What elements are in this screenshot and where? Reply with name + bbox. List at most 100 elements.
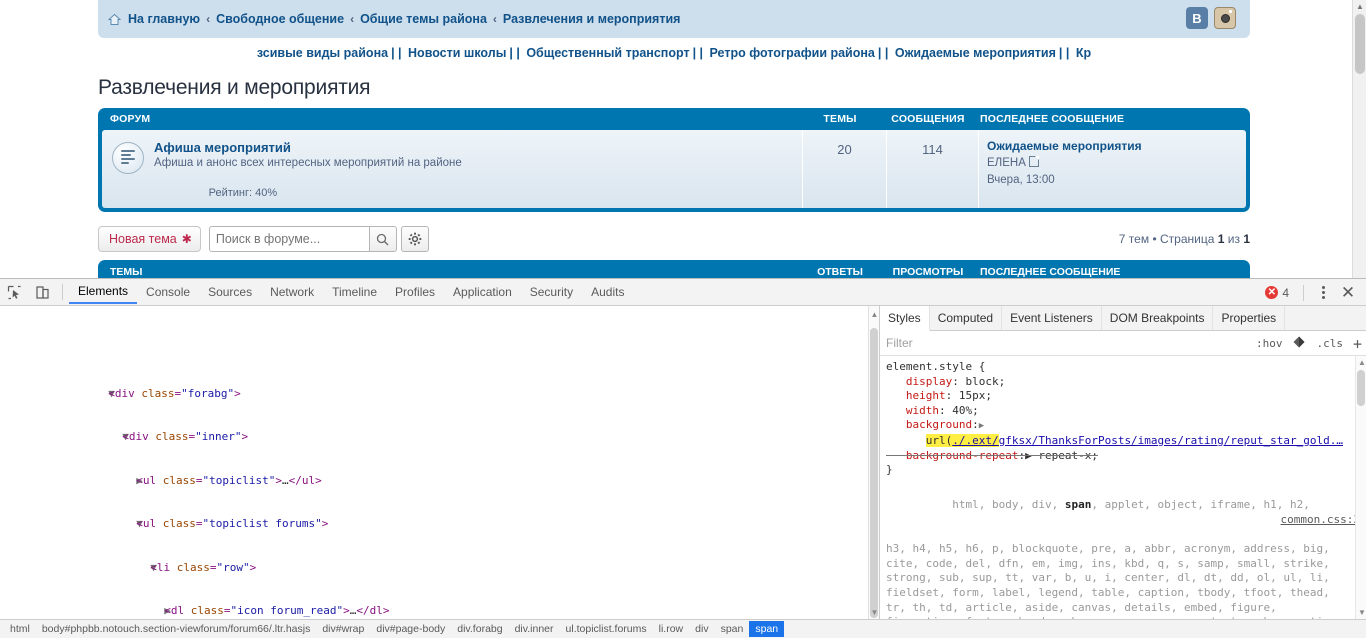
dom-crumb-forabg[interactable]: div.forabg [451, 621, 508, 637]
breadcrumb-item-1[interactable]: Свободное общение [216, 12, 344, 26]
page-scrollbar[interactable]: ▲ [1352, 0, 1366, 278]
css-declaration[interactable]: marginbackground-repeat:▶ repeat-x; [886, 449, 1360, 464]
styles-scrollbar-thumb[interactable] [1357, 370, 1365, 406]
css-value[interactable]: 40%; [952, 404, 979, 417]
styles-scrollbar[interactable]: ▲ ▼ [1355, 356, 1366, 638]
instagram-icon[interactable] [1214, 7, 1236, 29]
dom-line[interactable]: ▼<div class="forabg"> [0, 372, 879, 400]
close-icon[interactable]: ✕ [1336, 284, 1360, 301]
quicklink-0[interactable]: зсивые виды района [257, 46, 388, 60]
expand-arrow-icon[interactable]: ▶ [979, 421, 984, 431]
styles-filter-bar: Filter :hov .cls + [880, 331, 1366, 356]
css-url-value[interactable]: url(./.ext/gfksx/ThanksForPosts/images/r… [886, 433, 1360, 449]
color-scheme-icon[interactable] [1292, 335, 1306, 352]
css-value-bgrepeat[interactable]: ▶ repeat-x; [1025, 449, 1098, 462]
quicklink-3[interactable]: Ретро фотографии района [710, 46, 875, 60]
search-icon[interactable] [368, 226, 397, 252]
filter-input[interactable]: Filter [886, 336, 913, 350]
dom-crumb-li-row[interactable]: li.row [653, 621, 690, 637]
tab-console[interactable]: Console [137, 281, 199, 303]
tab-event-listeners[interactable]: Event Listeners [1002, 306, 1102, 330]
dom-crumb-wrap[interactable]: div#wrap [316, 621, 370, 637]
dom-line[interactable]: ▼<ul class="topiclist forums"> [0, 503, 879, 530]
scroll-up-arrow[interactable]: ▲ [1358, 358, 1366, 367]
quicklink-4[interactable]: Ожидаемые мероприятия [895, 46, 1056, 60]
tab-audits[interactable]: Audits [582, 281, 633, 303]
css-value[interactable]: block; [965, 375, 1005, 388]
forum-row-text: Афиша мероприятий Афиша и анонс всех инт… [154, 138, 462, 204]
kebab-menu-icon[interactable] [1312, 286, 1334, 299]
new-topic-button[interactable]: Новая тема ✱ [98, 226, 201, 252]
tab-dom-breakpoints[interactable]: DOM Breakpoints [1102, 306, 1214, 330]
tab-security[interactable]: Security [521, 281, 582, 303]
quicklink-2[interactable]: Общественный транспорт [526, 46, 689, 60]
css-property[interactable]: background [906, 418, 972, 431]
scroll-down-arrow[interactable]: ▼ [870, 608, 879, 617]
quicklink-5[interactable]: Кр [1076, 46, 1091, 60]
css-property[interactable]: width [906, 404, 939, 417]
tab-sources[interactable]: Sources [199, 281, 261, 303]
device-toolbar-icon[interactable] [28, 279, 56, 305]
dom-crumb-html[interactable]: html [4, 621, 36, 637]
cls-toggle[interactable]: .cls [1316, 337, 1343, 350]
gear-icon[interactable] [400, 226, 429, 252]
scroll-down-arrow[interactable]: ▼ [1358, 608, 1366, 617]
ua-rule-selector-line: strong, sub, sup, tt, var, b, u, i, cent… [886, 571, 1330, 585]
forum-table-header: ФОРУМ ТЕМЫ СООБЩЕНИЯ ПОСЛЕДНЕЕ СООБЩЕНИЕ [98, 108, 1250, 130]
tab-elements[interactable]: Elements [69, 280, 138, 304]
dom-line[interactable]: ▶<div>…</div> [0, 335, 879, 343]
dom-line[interactable]: ▶<ul class="topiclist">…</ul> [0, 459, 879, 487]
scroll-up-arrow[interactable]: ▲ [1356, 2, 1364, 11]
dom-crumb-span-selected[interactable]: span [749, 621, 785, 637]
css-declaration[interactable]: height: 15px; [886, 389, 1360, 404]
css-declaration[interactable]: display: block; [886, 375, 1360, 390]
hov-toggle[interactable]: :hov [1256, 337, 1283, 350]
last-post-title[interactable]: Ожидаемые мероприятия [987, 138, 1240, 155]
vk-icon[interactable]: В [1186, 7, 1208, 29]
stylesheet-source-link[interactable]: common.css:3 [1281, 513, 1360, 528]
tab-styles[interactable]: Styles [880, 306, 930, 331]
url-rest[interactable]: gfksx/ThanksForPosts/images/rating/reput… [999, 434, 1343, 447]
dom-crumb-inner[interactable]: div.inner [509, 621, 560, 637]
tab-properties[interactable]: Properties [1213, 306, 1286, 330]
breadcrumb-item-0[interactable]: На главную [128, 12, 200, 26]
inspect-element-icon[interactable] [0, 279, 28, 305]
tab-network[interactable]: Network [261, 281, 323, 303]
url-highlighted[interactable]: ./.ext/ [952, 433, 999, 447]
scroll-up-arrow[interactable]: ▲ [870, 310, 879, 319]
dom-breadcrumb-bar: html body#phpbb.notouch.section-viewforu… [0, 619, 1366, 638]
dom-crumb-body[interactable]: body#phpbb.notouch.section-viewforum/for… [36, 621, 316, 637]
css-property[interactable]: height [906, 389, 946, 402]
dom-crumb-div[interactable]: div [689, 621, 714, 637]
dom-crumb-topiclist[interactable]: ul.topiclist.forums [560, 621, 653, 637]
ua-rule-selector-line: fieldset, form, label, legend, table, ca… [886, 585, 1330, 599]
css-value[interactable]: 15px; [959, 389, 992, 402]
dom-crumb-span[interactable]: span [715, 621, 750, 637]
dom-line[interactable]: ▼<li class="row"> [0, 546, 879, 574]
dom-line[interactable]: ▼<div class="inner"> [0, 416, 879, 443]
css-declaration[interactable]: width: 40%; [886, 404, 1360, 419]
dom-tree-pane[interactable]: ▶<div>…</div> ▼<div class="forabg"> ▼<di… [0, 306, 880, 638]
last-post-author[interactable]: ЕЛЕНА [987, 157, 1026, 169]
dom-line[interactable]: ▶<dl class="icon forum_read">…</dl> [0, 590, 879, 617]
add-rule-button[interactable]: + [1353, 335, 1362, 353]
tab-application[interactable]: Application [444, 281, 521, 303]
tab-timeline[interactable]: Timeline [323, 281, 386, 303]
breadcrumb-item-2[interactable]: Общие темы района [360, 12, 487, 26]
css-declaration[interactable]: background:▶ [886, 418, 1360, 434]
quicklink-1[interactable]: Новости школы [408, 46, 506, 60]
page-scrollbar-thumb[interactable] [1355, 14, 1365, 74]
error-count-badge[interactable]: ✕ 4 [1265, 286, 1295, 300]
dom-scrollbar-thumb[interactable] [870, 328, 878, 618]
goto-post-icon[interactable] [1028, 156, 1039, 168]
css-property-bgrepeat[interactable]: background-repeat [906, 449, 1019, 462]
tab-profiles[interactable]: Profiles [386, 281, 444, 303]
forum-link-title[interactable]: Афиша мероприятий [154, 140, 462, 155]
search-input[interactable] [208, 226, 369, 252]
dom-crumb-page-body[interactable]: div#page-body [370, 621, 451, 637]
tab-computed[interactable]: Computed [930, 306, 1003, 330]
dom-tree-scrollbar[interactable]: ▲ ▼ [868, 306, 879, 638]
breadcrumb-item-3[interactable]: Развлечения и мероприятия [503, 12, 681, 26]
dom-tree[interactable]: ▶<div>…</div> ▼<div class="forabg"> ▼<di… [0, 306, 879, 638]
css-property[interactable]: display [906, 375, 952, 388]
